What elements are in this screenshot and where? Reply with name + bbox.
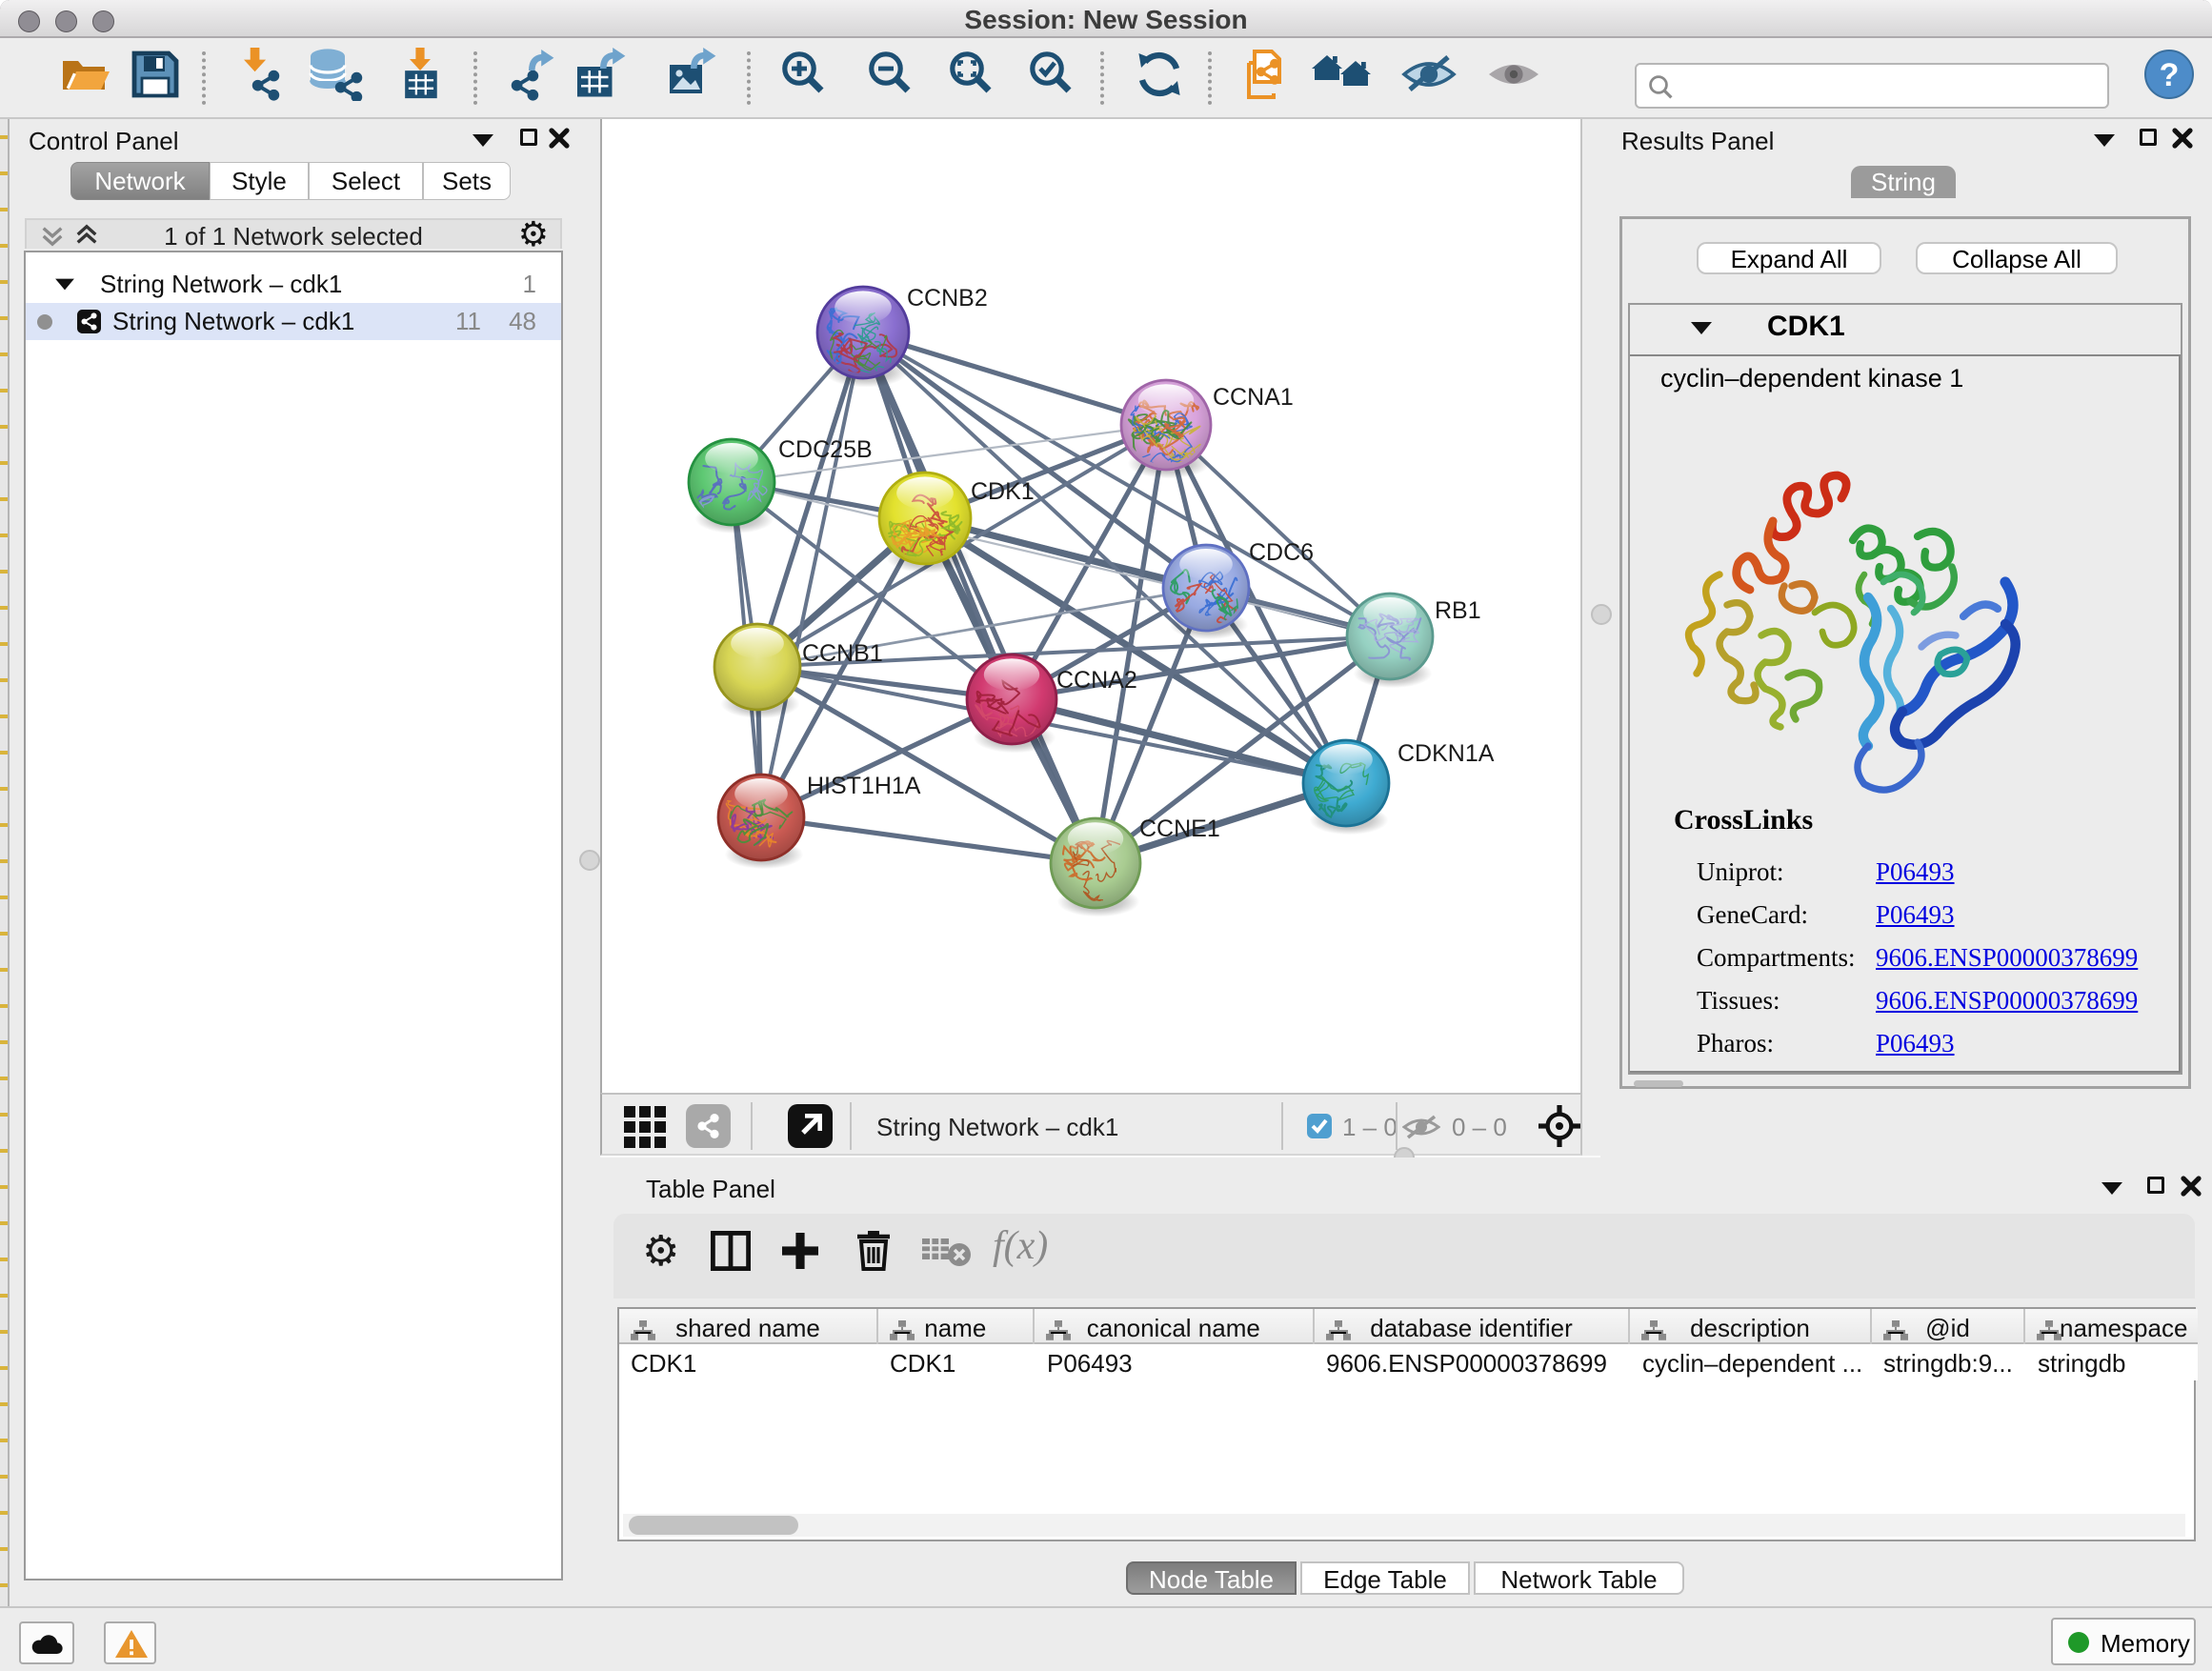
svg-text:CCNB1: CCNB1	[802, 640, 883, 667]
svg-text:CDC6: CDC6	[1249, 539, 1314, 566]
svg-text:CCNE1: CCNE1	[1139, 815, 1220, 842]
svg-text:CDK1: CDK1	[971, 478, 1035, 505]
svg-text:CCNA1: CCNA1	[1213, 384, 1294, 411]
svg-text:HIST1H1A: HIST1H1A	[807, 773, 921, 799]
svg-text:CCNA2: CCNA2	[1056, 667, 1137, 694]
svg-text:CCNB2: CCNB2	[907, 285, 988, 312]
svg-text:CDC25B: CDC25B	[778, 436, 873, 463]
svg-text:RB1: RB1	[1435, 597, 1481, 624]
svg-text:CDKN1A: CDKN1A	[1398, 740, 1495, 767]
svg-text:?: ?	[2160, 57, 2180, 93]
